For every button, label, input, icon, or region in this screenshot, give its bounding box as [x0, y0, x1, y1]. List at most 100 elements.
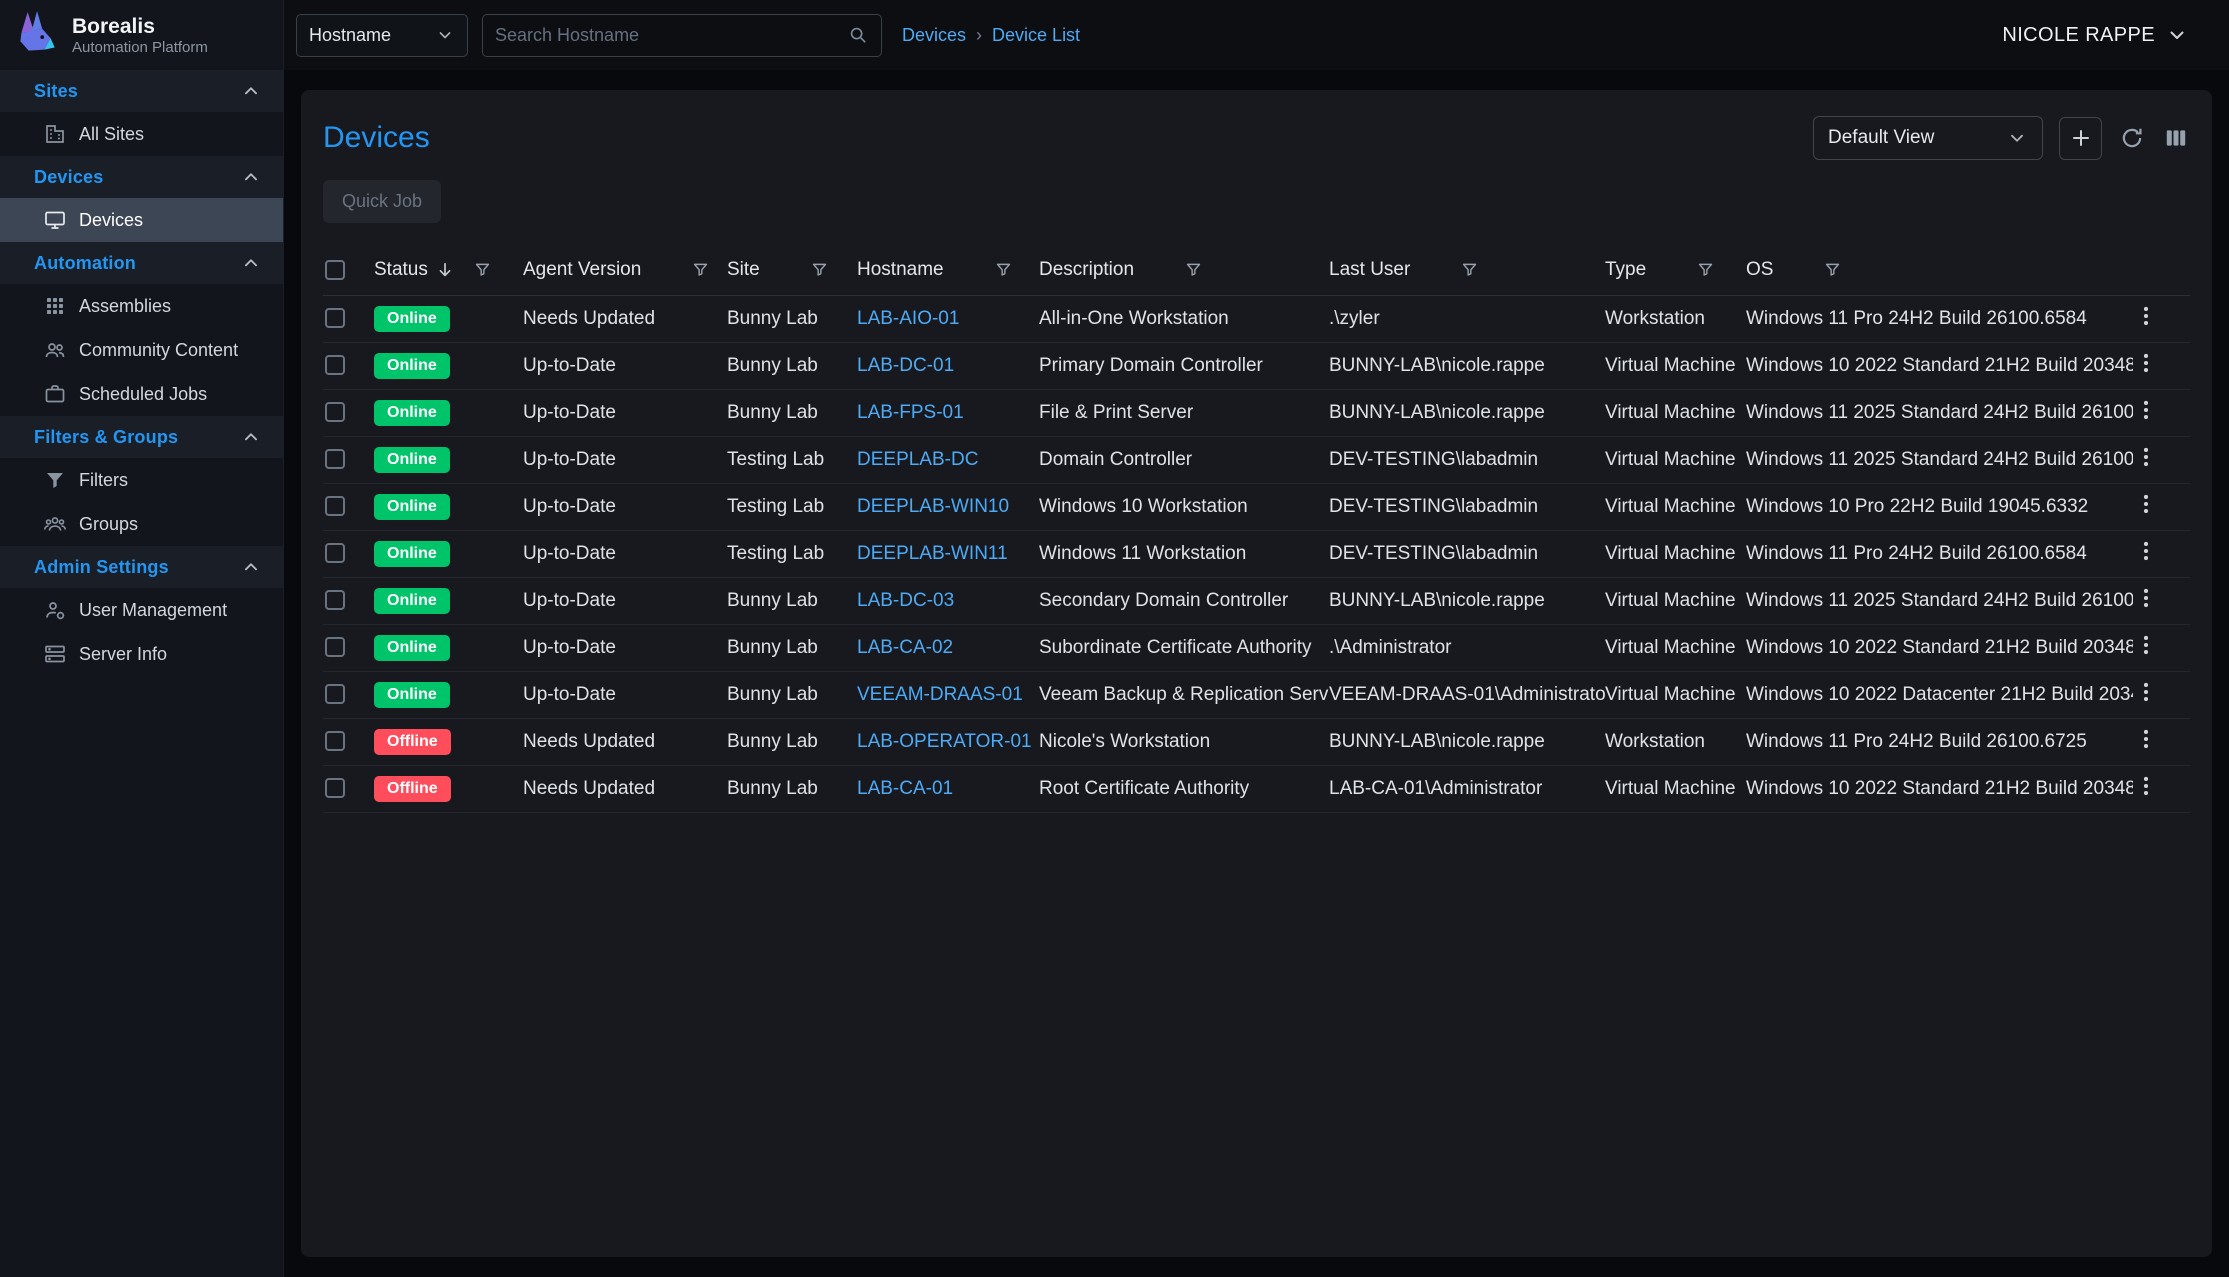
row-menu-kebab-icon[interactable] — [2133, 303, 2159, 329]
row-menu-kebab-icon[interactable] — [2133, 538, 2159, 564]
sort-desc-icon[interactable] — [435, 260, 455, 280]
sidebar-item-devices[interactable]: Devices — [0, 198, 283, 242]
row-checkbox[interactable] — [325, 402, 345, 422]
table-row[interactable]: Online Needs Updated Bunny Lab LAB-AIO-0… — [323, 295, 2190, 342]
sidebar-item-scheduled-jobs[interactable]: Scheduled Jobs — [0, 372, 283, 416]
column-label[interactable]: Hostname — [857, 259, 944, 281]
hostname-link[interactable]: LAB-DC-03 — [857, 577, 1039, 624]
search-input[interactable] — [495, 25, 847, 46]
row-checkbox[interactable] — [325, 637, 345, 657]
site-cell: Testing Lab — [727, 530, 857, 577]
column-label[interactable]: Last User — [1329, 259, 1410, 281]
refresh-icon[interactable] — [2118, 124, 2146, 152]
sidebar-section-filters-groups[interactable]: Filters & Groups — [0, 416, 283, 458]
sidebar-item-user-management[interactable]: User Management — [0, 588, 283, 632]
row-menu-kebab-icon[interactable] — [2133, 632, 2159, 658]
hostname-link[interactable]: DEEPLAB-WIN11 — [857, 530, 1039, 577]
row-checkbox[interactable] — [325, 355, 345, 375]
row-checkbox[interactable] — [325, 778, 345, 798]
row-checkbox[interactable] — [325, 449, 345, 469]
status-badge: Online — [374, 541, 450, 567]
hostname-link[interactable]: LAB-OPERATOR-01 — [857, 718, 1039, 765]
row-menu-kebab-icon[interactable] — [2133, 444, 2159, 470]
sidebar-section-automation[interactable]: Automation — [0, 242, 283, 284]
row-checkbox[interactable] — [325, 543, 345, 563]
quick-job-button[interactable]: Quick Job — [323, 180, 441, 223]
chevron-up-icon — [240, 80, 262, 102]
column-label[interactable]: OS — [1746, 259, 1773, 281]
agent-version-cell: Up-to-Date — [523, 483, 727, 530]
filter-icon[interactable] — [1184, 260, 1203, 279]
filter-icon[interactable] — [473, 260, 492, 279]
column-label[interactable]: Description — [1039, 259, 1134, 281]
filter-icon[interactable] — [810, 260, 829, 279]
sidebar-section-devices[interactable]: Devices — [0, 156, 283, 198]
breadcrumb-device-list[interactable]: Device List — [992, 25, 1080, 46]
table-row[interactable]: Online Up-to-Date Bunny Lab LAB-DC-03 Se… — [323, 577, 2190, 624]
table-row[interactable]: Online Up-to-Date Bunny Lab LAB-DC-01 Pr… — [323, 342, 2190, 389]
filter-icon[interactable] — [1696, 260, 1715, 279]
sidebar-item-groups[interactable]: Groups — [0, 502, 283, 546]
hostname-link[interactable]: LAB-AIO-01 — [857, 295, 1039, 342]
row-menu-kebab-icon[interactable] — [2133, 726, 2159, 752]
row-menu-kebab-icon[interactable] — [2133, 679, 2159, 705]
hostname-link[interactable]: LAB-DC-01 — [857, 342, 1039, 389]
row-menu-kebab-icon[interactable] — [2133, 773, 2159, 799]
row-menu-kebab-icon[interactable] — [2133, 585, 2159, 611]
hostname-link[interactable]: LAB-FPS-01 — [857, 389, 1039, 436]
filter-icon[interactable] — [1460, 260, 1479, 279]
hostname-link[interactable]: DEEPLAB-WIN10 — [857, 483, 1039, 530]
view-select[interactable]: Default View — [1813, 116, 2043, 160]
row-checkbox[interactable] — [325, 496, 345, 516]
table-row[interactable]: Online Up-to-Date Bunny Lab LAB-FPS-01 F… — [323, 389, 2190, 436]
table-row[interactable]: Online Up-to-Date Testing Lab DEEPLAB-WI… — [323, 530, 2190, 577]
column-label[interactable]: Site — [727, 259, 760, 281]
filter-icon[interactable] — [691, 260, 710, 279]
hostname-link[interactable]: LAB-CA-02 — [857, 624, 1039, 671]
row-checkbox[interactable] — [325, 590, 345, 610]
row-menu-kebab-icon[interactable] — [2133, 397, 2159, 423]
table-row[interactable]: Online Up-to-Date Bunny Lab LAB-CA-02 Su… — [323, 624, 2190, 671]
table-row[interactable]: Online Up-to-Date Testing Lab DEEPLAB-DC… — [323, 436, 2190, 483]
table-row[interactable]: Online Up-to-Date Bunny Lab VEEAM-DRAAS-… — [323, 671, 2190, 718]
add-view-button[interactable] — [2059, 117, 2102, 160]
table-row[interactable]: Offline Needs Updated Bunny Lab LAB-CA-0… — [323, 765, 2190, 812]
hostname-link[interactable]: VEEAM-DRAAS-01 — [857, 671, 1039, 718]
sidebar-item-community-content[interactable]: Community Content — [0, 328, 283, 372]
column-label[interactable]: Type — [1605, 259, 1646, 281]
row-menu-kebab-icon[interactable] — [2133, 491, 2159, 517]
os-cell: Windows 10 Pro 22H2 Build 19045.6332 — [1746, 483, 2133, 530]
row-menu-kebab-icon[interactable] — [2133, 350, 2159, 376]
sidebar-section-sites[interactable]: Sites — [0, 70, 283, 112]
sidebar-item-filters[interactable]: Filters — [0, 458, 283, 502]
select-all-checkbox[interactable] — [325, 260, 345, 280]
hostname-link[interactable]: LAB-CA-01 — [857, 765, 1039, 812]
last-user-cell: DEV-TESTING\labadmin — [1329, 530, 1605, 577]
column-label[interactable]: Agent Version — [523, 259, 641, 281]
col-type: Type — [1605, 245, 1746, 295]
sidebar-item-all-sites[interactable]: All Sites — [0, 112, 283, 156]
user-menu[interactable]: NICOLE RAPPE — [2002, 23, 2189, 47]
filter-icon[interactable] — [994, 260, 1013, 279]
type-cell: Virtual Machine — [1605, 342, 1746, 389]
columns-icon[interactable] — [2162, 124, 2190, 152]
table-row[interactable]: Online Up-to-Date Testing Lab DEEPLAB-WI… — [323, 483, 2190, 530]
table-row[interactable]: Offline Needs Updated Bunny Lab LAB-OPER… — [323, 718, 2190, 765]
search-icon[interactable] — [847, 24, 869, 46]
row-checkbox[interactable] — [325, 731, 345, 751]
type-cell: Workstation — [1605, 295, 1746, 342]
sidebar-section-admin-settings[interactable]: Admin Settings — [0, 546, 283, 588]
column-label[interactable]: Status — [374, 259, 428, 281]
row-checkbox[interactable] — [325, 684, 345, 704]
filter-icon[interactable] — [1823, 260, 1842, 279]
search-field-select[interactable]: Hostname — [296, 14, 468, 57]
type-cell: Workstation — [1605, 718, 1746, 765]
funnel-icon — [43, 468, 67, 492]
os-cell: Windows 10 2022 Datacenter 21H2 Build 20… — [1746, 671, 2133, 718]
row-checkbox[interactable] — [325, 308, 345, 328]
hostname-link[interactable]: DEEPLAB-DC — [857, 436, 1039, 483]
breadcrumb-devices[interactable]: Devices — [902, 25, 966, 46]
sidebar-item-assemblies[interactable]: Assemblies — [0, 284, 283, 328]
sidebar-item-server-info[interactable]: Server Info — [0, 632, 283, 676]
groups-icon — [43, 512, 67, 536]
